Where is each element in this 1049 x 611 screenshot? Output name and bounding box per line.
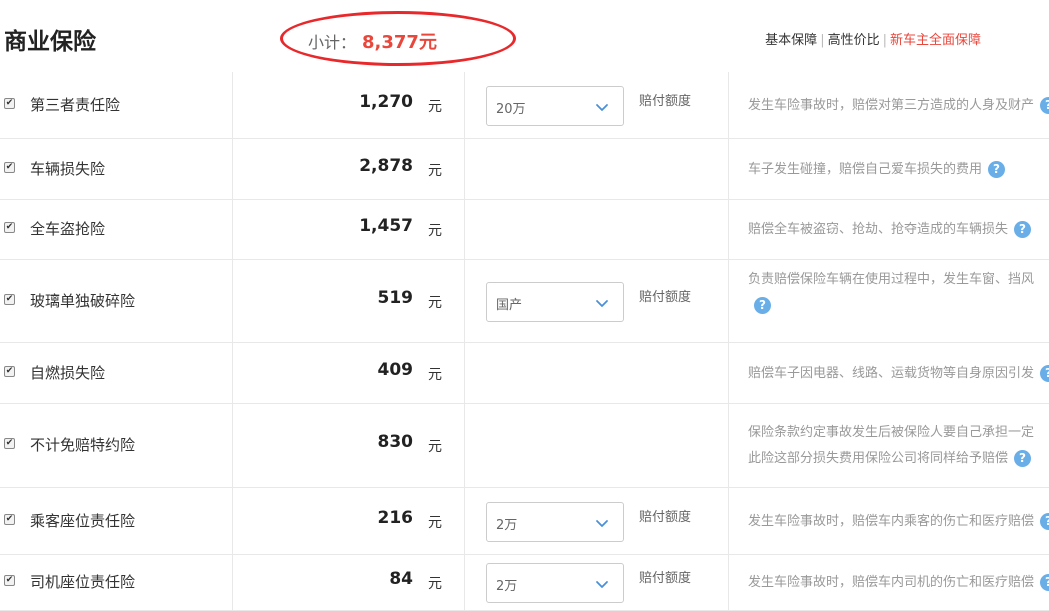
insurance-price: 216	[377, 507, 414, 528]
chevron-down-icon	[595, 99, 609, 113]
insurance-price: 830	[377, 432, 414, 452]
insurance-description: 发生车险事故时，赔偿车内司机的伤亡和医疗赔偿	[748, 575, 1035, 590]
insurance-row: ✔ 全车盗抢险 1,457 元 赔偿全车被盗窃、抢劫、抢夺造成的车辆损失?	[0, 200, 1049, 260]
insurance-price: 84	[389, 569, 413, 589]
coverage-select-value: 2万	[496, 517, 518, 533]
insurance-description: 此险这部分损失费用保险公司将同样给予赔偿	[748, 451, 1009, 466]
coverage-select-value: 国产	[496, 297, 523, 313]
coverage-amount-label: 赔付额度	[639, 289, 692, 305]
subtotal: 小计： 8,377元	[308, 28, 437, 54]
insurance-description-block: 发生车险事故时，赔偿车内乘客的伤亡和医疗赔偿?	[748, 509, 1049, 535]
insurance-description: 赔偿车子因电器、线路、运载货物等自身原因引发	[748, 365, 1035, 381]
subtotal-label: 小计：	[308, 33, 357, 52]
price-unit: 元	[428, 223, 442, 239]
plan-full-link[interactable]: 新车主全面保障	[890, 33, 981, 48]
coverage-select[interactable]: 20万	[486, 85, 624, 126]
plan-value-link[interactable]: 高性价比	[828, 33, 880, 48]
header: 商业保险 小计： 8,377元 基本保障 | 高性价比 | 新车主全面保障	[0, 0, 1049, 72]
insurance-name: 司机座位责任险	[30, 573, 136, 591]
coverage-amount-label: 赔付额度	[639, 571, 692, 586]
help-icon[interactable]: ?	[1014, 221, 1032, 238]
insurance-description-block: 赔偿全车被盗窃、抢劫、抢夺造成的车辆损失?	[748, 217, 1032, 243]
price-unit: 元	[428, 366, 442, 383]
insurance-checkbox[interactable]: ✔	[4, 161, 15, 173]
help-icon[interactable]: ?	[1040, 512, 1049, 530]
insurance-row: ✔ 自燃损失险 409 元 赔偿车子因电器、线路、运载货物等自身原因引发?	[0, 343, 1049, 404]
insurance-description-block: 负责赔偿保险车辆在使用过程中，发生车窗、挡风?	[748, 267, 1034, 319]
coverage-select[interactable]: 2万	[486, 563, 624, 603]
insurance-checkbox[interactable]: ✔	[4, 575, 15, 586]
coverage-amount-label: 赔付额度	[639, 93, 692, 109]
coverage-select-value: 20万	[496, 101, 526, 117]
plan-basic-link[interactable]: 基本保障	[765, 33, 817, 48]
help-icon[interactable]: ?	[1040, 96, 1049, 114]
price-unit: 元	[428, 514, 442, 531]
insurance-description-block: 车子发生碰撞，赔偿自己爱车损失的费用?	[748, 157, 1006, 183]
separator: |	[820, 33, 825, 48]
section-title: 商业保险	[4, 29, 96, 55]
insurance-checkbox[interactable]: ✔	[4, 293, 15, 305]
insurance-name: 自燃损失险	[30, 363, 106, 382]
coverage-select[interactable]: 2万	[486, 501, 624, 542]
insurance-price: 519	[377, 287, 414, 308]
insurance-checkbox[interactable]: ✔	[4, 438, 15, 449]
plan-links: 基本保障 | 高性价比 | 新车主全面保障	[765, 29, 981, 48]
help-icon[interactable]: ?	[754, 296, 771, 314]
chevron-down-icon	[595, 515, 609, 529]
insurance-price: 1,270	[359, 91, 413, 112]
insurance-name: 车辆损失险	[30, 159, 106, 178]
help-icon[interactable]: ?	[988, 160, 1006, 178]
coverage-select-value: 2万	[496, 579, 518, 594]
insurance-row: ✔ 不计免赔特约险 830 元 保险条款约定事故发生后被保险人要自己承担一定 此险这部分损…	[0, 404, 1049, 488]
insurance-row: ✔ 第三者责任险 1,270 元 20万 赔付额度 发生车险事故时，赔偿对第三方造成的人…	[0, 72, 1049, 139]
chevron-down-icon	[595, 295, 609, 309]
insurance-description-block: 保险条款约定事故发生后被保险人要自己承担一定 此险这部分损失费用保险公司将同样给予…	[748, 420, 1034, 472]
coverage-amount-label: 赔付额度	[639, 509, 692, 525]
price-unit: 元	[428, 98, 442, 115]
insurance-row: ✔ 车辆损失险 2,878 元 车子发生碰撞，赔偿自己爱车损失的费用?	[0, 139, 1049, 200]
insurance-price: 2,878	[359, 155, 413, 176]
insurance-name: 玻璃单独破碎险	[30, 291, 136, 310]
insurance-name: 全车盗抢险	[30, 220, 106, 238]
insurance-description-block: 赔偿车子因电器、线路、运载货物等自身原因引发?	[748, 361, 1049, 387]
insurance-name: 第三者责任险	[30, 95, 121, 114]
insurance-description-block: 发生车险事故时，赔偿车内司机的伤亡和医疗赔偿?	[748, 570, 1049, 596]
insurance-checkbox[interactable]: ✔	[4, 222, 15, 233]
subtotal-value: 8,377元	[362, 32, 437, 53]
price-unit: 元	[428, 294, 442, 311]
help-icon[interactable]: ?	[1040, 574, 1049, 591]
price-unit: 元	[428, 439, 442, 455]
insurance-price: 1,457	[359, 216, 413, 236]
insurance-name: 乘客座位责任险	[30, 511, 136, 530]
insurance-checkbox[interactable]: ✔	[4, 97, 15, 109]
insurance-description: 负责赔偿保险车辆在使用过程中，发生车窗、挡风	[748, 271, 1035, 287]
coverage-select[interactable]: 国产	[486, 281, 624, 322]
help-icon[interactable]: ?	[1014, 450, 1032, 467]
insurance-description: 赔偿全车被盗窃、抢劫、抢夺造成的车辆损失	[748, 222, 1009, 237]
insurance-description-block: 发生车险事故时，赔偿对第三方造成的人身及财产?	[748, 93, 1049, 119]
insurance-name: 不计免赔特约险	[30, 436, 136, 454]
insurance-row: ✔ 乘客座位责任险 216 元 2万 赔付额度 发生车险事故时，赔偿车内乘客的伤亡和医疗…	[0, 488, 1049, 555]
help-icon[interactable]: ?	[1040, 364, 1049, 382]
separator: |	[882, 33, 887, 48]
insurance-description: 车子发生碰撞，赔偿自己爱车损失的费用	[748, 161, 983, 177]
price-unit: 元	[428, 576, 442, 592]
chevron-down-icon	[595, 576, 609, 590]
insurance-row: ✔ 司机座位责任险 84 元 2万 赔付额度 发生车险事故时，赔偿车内司机的伤亡和医疗赔…	[0, 555, 1049, 611]
insurance-row: ✔ 玻璃单独破碎险 519 元 国产 赔付额度 负责赔偿保险车辆在使用过程中，发生车窗、…	[0, 260, 1049, 343]
insurance-price: 409	[377, 359, 414, 380]
insurance-description: 保险条款约定事故发生后被保险人要自己承担一定	[748, 425, 1035, 440]
price-unit: 元	[428, 162, 442, 179]
insurance-description: 发生车险事故时，赔偿对第三方造成的人身及财产	[748, 97, 1035, 113]
insurance-checkbox[interactable]: ✔	[4, 513, 15, 525]
insurance-checkbox[interactable]: ✔	[4, 365, 15, 377]
insurance-description: 发生车险事故时，赔偿车内乘客的伤亡和医疗赔偿	[748, 513, 1035, 529]
